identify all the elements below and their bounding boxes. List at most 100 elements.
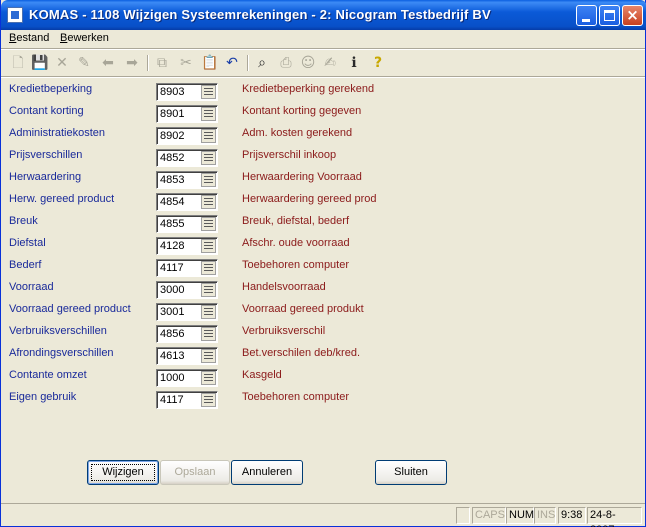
- account-number-field[interactable]: 4852: [156, 149, 218, 167]
- account-number-value: 8902: [160, 130, 185, 142]
- paste-icon[interactable]: 📋: [201, 54, 219, 72]
- account-label: Prijsverschillen: [9, 149, 83, 161]
- wijzigen-button[interactable]: Wijzigen: [87, 460, 159, 485]
- account-label: Diefstal: [9, 237, 46, 249]
- account-number-field[interactable]: 4128: [156, 237, 218, 255]
- account-number-value: 4853: [160, 174, 185, 186]
- account-number-field[interactable]: 3000: [156, 281, 218, 299]
- account-number-value: 4117: [160, 262, 184, 274]
- account-description: Verbruiksverschil: [242, 325, 326, 337]
- lookup-list-icon[interactable]: [201, 129, 216, 143]
- account-number-field[interactable]: 4855: [156, 215, 218, 233]
- menu-bestand[interactable]: Bestand: [9, 32, 49, 44]
- annuleren-button[interactable]: Annuleren: [231, 460, 303, 485]
- lookup-list-icon[interactable]: [201, 283, 216, 297]
- account-number-value: 1000: [160, 372, 185, 384]
- lookup-list-icon[interactable]: [201, 371, 216, 385]
- account-row: Herw. gereed product 4854 Herwaardering ge…: [1, 191, 645, 213]
- account-number-value: 8903: [160, 86, 185, 98]
- account-label: Bederf: [9, 259, 42, 271]
- account-number-field[interactable]: 8902: [156, 127, 218, 145]
- account-number-field[interactable]: 4853: [156, 171, 218, 189]
- lookup-list-icon[interactable]: [201, 239, 216, 253]
- toolbar-divider: [147, 55, 149, 71]
- lookup-list-icon[interactable]: [201, 393, 216, 407]
- app-icon[interactable]: [7, 7, 23, 23]
- account-label: Herw. gereed product: [9, 193, 115, 205]
- account-number-value: 4613: [160, 350, 185, 362]
- binoculars-icon[interactable]: ⌕: [253, 54, 271, 72]
- lookup-list-icon[interactable]: [201, 327, 216, 341]
- minimize-button[interactable]: [576, 5, 597, 26]
- account-number-field[interactable]: 4856: [156, 325, 218, 343]
- print-icon[interactable]: ⎙: [277, 54, 295, 72]
- lookup-list-icon[interactable]: [201, 261, 216, 275]
- account-number-field[interactable]: 1000: [156, 369, 218, 387]
- account-label: Contante omzet: [9, 369, 87, 381]
- account-number-field[interactable]: 8903: [156, 83, 218, 101]
- account-description: Prijsverschil inkoop: [242, 149, 337, 161]
- account-description: Adm. kosten gerekend: [242, 127, 353, 139]
- sluiten-button[interactable]: Sluiten: [375, 460, 447, 485]
- account-description: Bet.verschilen deb/kred.: [242, 347, 361, 359]
- copy-icon[interactable]: ⧉: [153, 54, 171, 72]
- new-document-icon[interactable]: 🗋: [9, 54, 27, 72]
- account-number-field[interactable]: 8901: [156, 105, 218, 123]
- close-button[interactable]: ×: [622, 5, 643, 26]
- account-number-value: 4117: [160, 394, 184, 406]
- menu-separator: [1, 48, 645, 50]
- account-row: Afrondingsverschillen 4613 Bet.verschilen …: [1, 345, 645, 367]
- info-icon[interactable]: ℹ: [345, 54, 363, 72]
- account-label: Contant korting: [9, 105, 84, 117]
- window-title: KOMAS - 1108 Wijzigen Systeemrekeningen …: [29, 7, 491, 22]
- cut-icon[interactable]: ✂: [177, 54, 195, 72]
- minimize-icon: [582, 19, 590, 22]
- arrow-left-icon[interactable]: ⬅: [99, 54, 117, 72]
- account-number-field[interactable]: 4117: [156, 391, 218, 409]
- menu-bewerken[interactable]: Bewerken: [60, 32, 109, 44]
- account-label: Voorraad gereed product: [9, 303, 131, 315]
- account-row: Eigen gebruik 4117 Toebehoren computer: [1, 389, 645, 411]
- account-number-value: 3001: [160, 306, 185, 318]
- delete-icon[interactable]: ✕: [53, 54, 71, 72]
- lookup-list-icon[interactable]: [201, 217, 216, 231]
- lookup-list-icon[interactable]: [201, 151, 216, 165]
- account-row: Voorraad 3000 Handelsvoorraad: [1, 279, 645, 301]
- undo-icon[interactable]: ↶: [223, 54, 241, 72]
- account-label: Eigen gebruik: [9, 391, 77, 403]
- account-row: Contante omzet 1000 Kasgeld: [1, 367, 645, 389]
- account-number-field[interactable]: 4613: [156, 347, 218, 365]
- save-icon[interactable]: 💾: [31, 54, 49, 72]
- maximize-button[interactable]: [599, 5, 620, 26]
- lookup-list-icon[interactable]: [201, 305, 216, 319]
- close-icon: ×: [626, 6, 639, 24]
- account-label: Kredietbeperking: [9, 83, 93, 95]
- notes-icon[interactable]: ✍: [321, 54, 339, 72]
- account-label: Verbruiksverschillen: [9, 325, 107, 337]
- status-num: NUM: [506, 507, 534, 524]
- lookup-list-icon[interactable]: [201, 349, 216, 363]
- lookup-list-icon[interactable]: [201, 85, 216, 99]
- edit-record-icon[interactable]: ✎: [75, 54, 93, 72]
- account-number-value: 4854: [160, 196, 185, 208]
- account-number-value: 4128: [160, 240, 185, 252]
- lookup-list-icon[interactable]: [201, 195, 216, 209]
- account-label: Herwaardering: [9, 171, 82, 183]
- title-bar[interactable]: KOMAS - 1108 Wijzigen Systeemrekeningen …: [1, 0, 646, 30]
- status-ins: INS: [534, 507, 556, 524]
- account-description: Kasgeld: [242, 369, 282, 381]
- account-number-field[interactable]: 4117: [156, 259, 218, 277]
- opslaan-button[interactable]: Opslaan: [160, 460, 230, 485]
- lookup-list-icon[interactable]: [201, 173, 216, 187]
- arrow-right-icon[interactable]: ➡: [123, 54, 141, 72]
- account-number-field[interactable]: 3001: [156, 303, 218, 321]
- account-number-value: 8901: [160, 108, 185, 120]
- account-number-value: 4852: [160, 152, 185, 164]
- person-icon[interactable]: ☺: [299, 54, 317, 72]
- account-number-field[interactable]: 4854: [156, 193, 218, 211]
- main-window: KOMAS - 1108 Wijzigen Systeemrekeningen …: [0, 0, 646, 527]
- account-row: Kredietbeperking 8903 Kredietbeperking ger…: [1, 81, 645, 103]
- help-icon[interactable]: ?: [369, 54, 387, 72]
- lookup-list-icon[interactable]: [201, 107, 216, 121]
- account-row: Administratiekosten 8902 Adm. kosten gerek…: [1, 125, 645, 147]
